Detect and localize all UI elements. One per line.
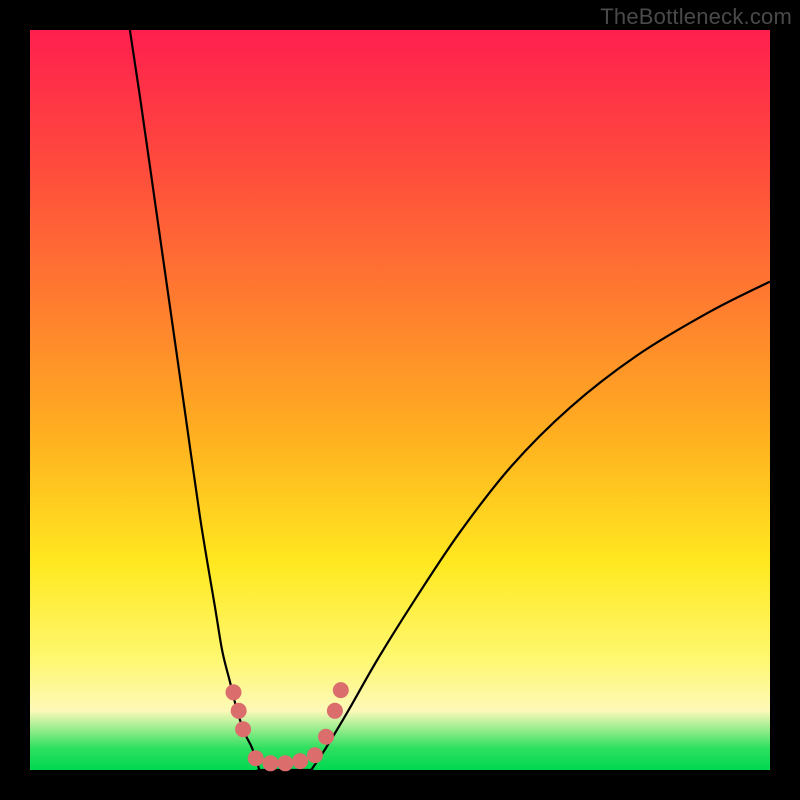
bead-marker <box>235 721 251 737</box>
bead-marker <box>248 750 264 766</box>
bead-marker <box>226 684 242 700</box>
bead-marker <box>327 703 343 719</box>
curve-beads <box>226 682 349 771</box>
bead-marker <box>231 703 247 719</box>
bottleneck-curve <box>130 30 770 772</box>
bead-marker <box>277 755 293 771</box>
plot-area <box>30 30 770 770</box>
chart-svg <box>30 30 770 770</box>
outer-frame: TheBottleneck.com <box>0 0 800 800</box>
bead-marker <box>333 682 349 698</box>
watermark-text: TheBottleneck.com <box>600 4 792 30</box>
bead-marker <box>292 753 308 769</box>
bead-marker <box>318 729 334 745</box>
bead-marker <box>263 755 279 771</box>
bead-marker <box>307 747 323 763</box>
